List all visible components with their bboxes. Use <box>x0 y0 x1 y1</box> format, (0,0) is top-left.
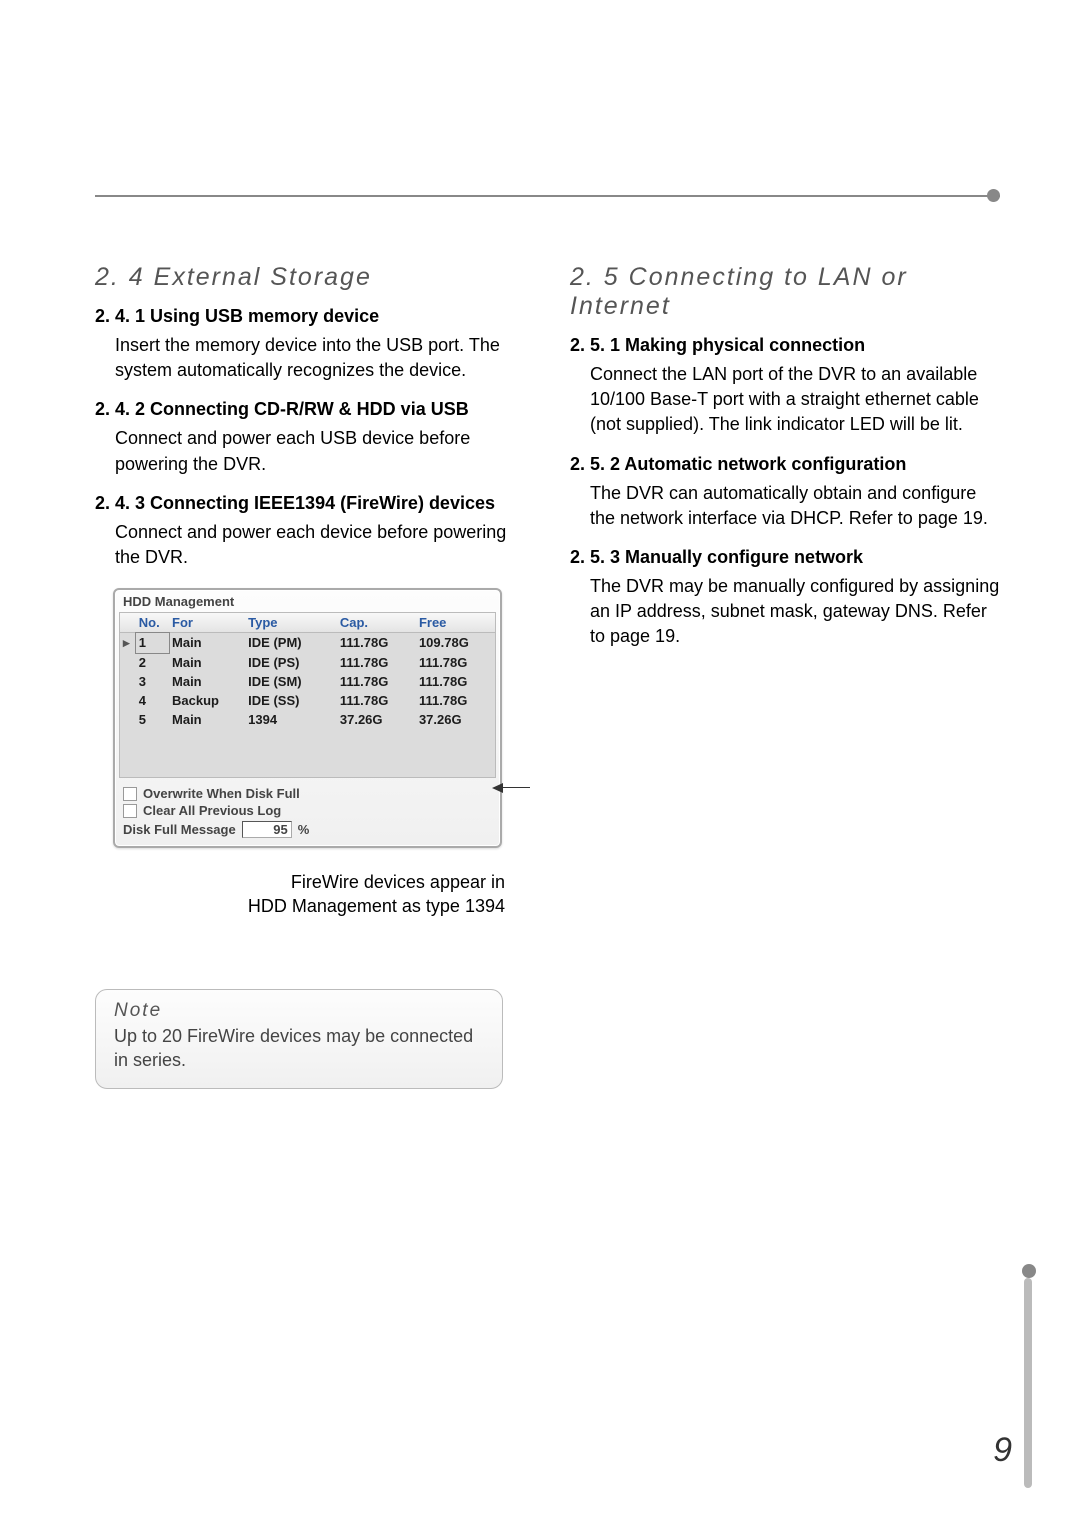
cell-no: 5 <box>136 710 169 729</box>
para-2-5-3: The DVR may be manually configured by as… <box>590 574 1000 650</box>
heading-2-5-1: 2. 5. 1 Making physical connection <box>570 335 1000 356</box>
heading-2-4-2: 2. 4. 2 Connecting CD-R/RW & HDD via USB <box>95 399 525 420</box>
cell-free: 109.78G <box>416 633 495 653</box>
cell-for: Backup <box>169 691 245 710</box>
hdr-for: For <box>169 613 245 632</box>
table-row[interactable]: 3 Main IDE (SM) 111.78G 111.78G <box>120 672 495 691</box>
hdd-table: No. For Type Cap. Free ▸ 1 Main IDE (PM)… <box>119 612 496 778</box>
note-body: Up to 20 FireWire devices may be connect… <box>114 1024 484 1073</box>
cell-no: 1 <box>136 633 169 653</box>
para-2-4-3: Connect and power each device before pow… <box>115 520 525 570</box>
table-row[interactable]: 5 Main 1394 37.26G 37.26G <box>120 710 495 729</box>
hdd-table-header: No. For Type Cap. Free <box>120 613 495 633</box>
cell-cap: 111.78G <box>337 672 416 691</box>
figure-caption: FireWire devices appear in HDD Managemen… <box>95 870 505 919</box>
para-2-4-1: Insert the memory device into the USB po… <box>115 333 525 383</box>
heading-2-5-3: 2. 5. 3 Manually configure network <box>570 547 1000 568</box>
row-selector-icon <box>120 672 136 691</box>
table-row[interactable]: 4 Backup IDE (SS) 111.78G 111.78G <box>120 691 495 710</box>
hdd-table-body: ▸ 1 Main IDE (PM) 111.78G 109.78G 2 Main… <box>120 633 495 777</box>
cell-type: 1394 <box>245 710 337 729</box>
overwrite-option[interactable]: Overwrite When Disk Full <box>123 786 492 801</box>
cell-no: 4 <box>136 691 169 710</box>
disk-full-label: Disk Full Message <box>123 822 236 837</box>
checkbox-icon[interactable] <box>123 804 137 818</box>
row-selector-icon <box>120 710 136 729</box>
hdr-no: No. <box>136 613 169 632</box>
cell-no: 2 <box>136 653 169 672</box>
page-number: 9 <box>993 1431 1012 1470</box>
right-column: 2. 5 Connecting to LAN or Internet 2. 5.… <box>570 245 1000 1089</box>
header-rule <box>95 195 1000 203</box>
cell-type: IDE (PS) <box>245 653 337 672</box>
cell-for: Main <box>169 653 245 672</box>
cell-free: 111.78G <box>416 653 495 672</box>
page-tab-decoration <box>1024 1278 1032 1488</box>
disk-full-unit: % <box>298 822 310 837</box>
hdr-sel <box>120 613 136 632</box>
clear-log-label: Clear All Previous Log <box>143 803 281 818</box>
heading-2-4: 2. 4 External Storage <box>95 263 525 292</box>
row-selector-icon <box>120 653 136 672</box>
checkbox-icon[interactable] <box>123 787 137 801</box>
cell-free: 111.78G <box>416 691 495 710</box>
caption-line-2: HDD Management as type 1394 <box>248 896 505 916</box>
disk-full-message-row: Disk Full Message 95 % <box>123 821 492 838</box>
para-2-5-1: Connect the LAN port of the DVR to an av… <box>590 362 1000 438</box>
cell-free: 111.78G <box>416 672 495 691</box>
left-column: 2. 4 External Storage 2. 4. 1 Using USB … <box>95 245 525 1089</box>
heading-2-5-2: 2. 5. 2 Automatic network configuration <box>570 454 1000 475</box>
caption-line-1: FireWire devices appear in <box>291 872 505 892</box>
para-2-4-2: Connect and power each USB device before… <box>115 426 525 476</box>
heading-2-4-1: 2. 4. 1 Using USB memory device <box>95 306 525 327</box>
overwrite-label: Overwrite When Disk Full <box>143 786 300 801</box>
cell-cap: 111.78G <box>337 633 416 653</box>
cell-for: Main <box>169 672 245 691</box>
heading-2-5: 2. 5 Connecting to LAN or Internet <box>570 263 1000 321</box>
cell-cap: 111.78G <box>337 691 416 710</box>
cell-for: Main <box>169 710 245 729</box>
hdr-type: Type <box>245 613 337 632</box>
table-row[interactable]: ▸ 1 Main IDE (PM) 111.78G 109.78G <box>120 633 495 653</box>
disk-full-value-input[interactable]: 95 <box>242 821 292 838</box>
callout-arrow-icon <box>492 782 532 794</box>
cell-type: IDE (PM) <box>245 633 337 653</box>
para-2-5-2: The DVR can automatically obtain and con… <box>590 481 1000 531</box>
row-selector-icon <box>120 691 136 710</box>
cell-for: Main <box>169 633 245 653</box>
note-box: Note Up to 20 FireWire devices may be co… <box>95 989 503 1090</box>
cell-cap: 37.26G <box>337 710 416 729</box>
cell-free: 37.26G <box>416 710 495 729</box>
hdd-management-panel: HDD Management No. For Type Cap. Free ▸ … <box>113 588 502 848</box>
table-row[interactable]: 2 Main IDE (PS) 111.78G 111.78G <box>120 653 495 672</box>
note-title: Note <box>114 1000 484 1022</box>
hdd-panel-title: HDD Management <box>115 590 500 612</box>
cell-type: IDE (SM) <box>245 672 337 691</box>
clear-log-option[interactable]: Clear All Previous Log <box>123 803 492 818</box>
hdr-free: Free <box>416 613 495 632</box>
row-selector-icon: ▸ <box>120 633 136 653</box>
cell-no: 3 <box>136 672 169 691</box>
cell-cap: 111.78G <box>337 653 416 672</box>
cell-type: IDE (SS) <box>245 691 337 710</box>
hdd-options: Overwrite When Disk Full Clear All Previ… <box>115 778 500 846</box>
hdr-cap: Cap. <box>337 613 416 632</box>
heading-2-4-3: 2. 4. 3 Connecting IEEE1394 (FireWire) d… <box>95 493 525 514</box>
